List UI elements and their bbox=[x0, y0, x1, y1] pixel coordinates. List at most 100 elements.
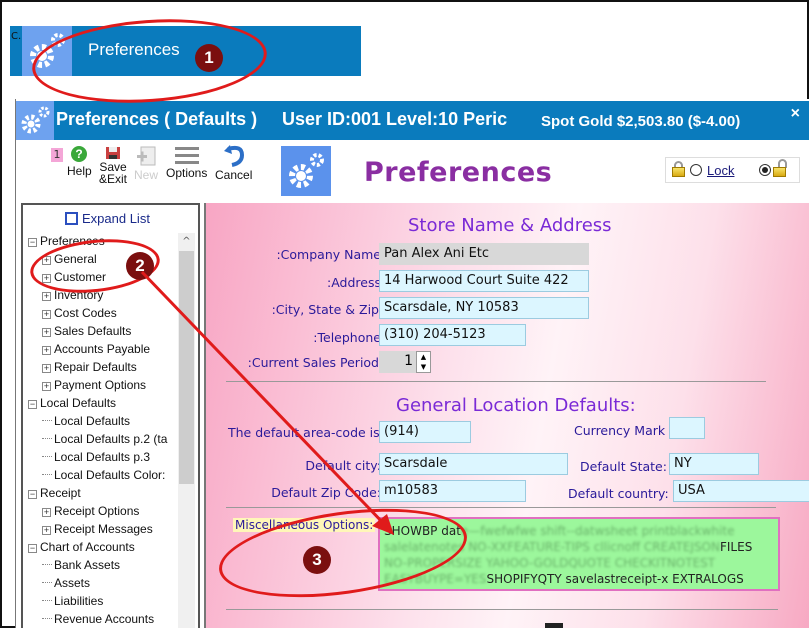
tree-node[interactable]: − Chart of Accounts bbox=[28, 538, 135, 556]
tree-node-label: Local Defaults Color: bbox=[54, 468, 166, 482]
scroll-up-arrow-icon[interactable]: ^ bbox=[178, 233, 195, 250]
default-country-field[interactable]: USA bbox=[673, 480, 809, 502]
expand-plus-icon[interactable]: + bbox=[42, 310, 51, 319]
tree-connector bbox=[42, 438, 52, 439]
new-label: New bbox=[134, 168, 159, 182]
expand-plus-icon[interactable]: + bbox=[42, 526, 51, 535]
options-label: Options bbox=[166, 166, 208, 180]
tree-node[interactable]: Revenue Accounts bbox=[42, 610, 154, 628]
annotation-badge-2: 2 bbox=[126, 252, 154, 280]
tree-node[interactable]: Bank Assets bbox=[42, 556, 120, 574]
tree-node-label: Receipt Options bbox=[54, 504, 140, 518]
default-state-field[interactable]: NY bbox=[669, 453, 759, 475]
sales-period-label: :Current Sales Period bbox=[247, 355, 379, 370]
default-city-label: Default city: bbox=[305, 458, 381, 473]
divider bbox=[226, 609, 778, 610]
misc-text-mid: FILES bbox=[719, 540, 753, 554]
stepper-buttons[interactable]: ▲ ▼ bbox=[416, 351, 431, 373]
tree-node[interactable]: Local Defaults p.2 (ta bbox=[42, 430, 167, 448]
expand-plus-icon[interactable]: + bbox=[42, 364, 51, 373]
tree-node[interactable]: Local Defaults p.3 bbox=[42, 448, 150, 466]
partial-control bbox=[545, 623, 563, 628]
cancel-label: Cancel bbox=[215, 168, 253, 182]
annotation-badge-3: 3 bbox=[303, 546, 331, 574]
locked-padlock-icon bbox=[672, 161, 685, 177]
collapse-minus-icon[interactable]: − bbox=[28, 490, 37, 499]
new-button[interactable]: New bbox=[134, 145, 158, 181]
new-document-icon bbox=[137, 146, 156, 166]
tree-node[interactable]: + Receipt Messages bbox=[42, 520, 153, 538]
unlock-radio[interactable] bbox=[759, 164, 771, 176]
tree-node[interactable]: Assets bbox=[42, 574, 90, 592]
tree-node-label: Revenue Accounts bbox=[54, 612, 155, 626]
undo-arrow-icon bbox=[223, 145, 244, 167]
telephone-label: :Telephone bbox=[313, 330, 381, 345]
collapse-minus-icon[interactable]: − bbox=[28, 238, 37, 247]
tree-scrollbar[interactable]: ^ bbox=[178, 233, 195, 628]
city-state-zip-field[interactable]: Scarsdale, NY 10583 bbox=[379, 297, 589, 319]
tree-node-label: Sales Defaults bbox=[54, 324, 132, 338]
tree-connector bbox=[42, 420, 52, 421]
address-label: :Address bbox=[327, 275, 381, 290]
svg-text:?: ? bbox=[76, 147, 83, 161]
expand-plus-icon[interactable]: + bbox=[42, 328, 51, 337]
area-code-field[interactable]: (914) bbox=[379, 421, 471, 443]
tree-node[interactable]: + Payment Options bbox=[42, 376, 146, 394]
expand-plus-icon[interactable]: + bbox=[42, 346, 51, 355]
expand-plus-icon[interactable]: + bbox=[42, 382, 51, 391]
tree-node-label: Receipt bbox=[40, 486, 81, 500]
tree-node[interactable]: + Accounts Payable bbox=[42, 340, 150, 358]
default-country-label: Default country: bbox=[568, 486, 669, 501]
telephone-field[interactable]: (310) 204-5123 bbox=[379, 324, 526, 346]
checkbox-icon bbox=[65, 212, 78, 225]
scrollbar-thumb[interactable] bbox=[179, 251, 194, 484]
lock-label: Lock bbox=[707, 163, 735, 178]
hamburger-menu-icon bbox=[174, 147, 199, 164]
misc-text-end: SHOPIFYQTY savelastreceipt-x EXTRALOGS bbox=[486, 572, 744, 586]
tree-node[interactable]: + Cost Codes bbox=[42, 304, 117, 322]
lock-radio[interactable] bbox=[690, 164, 702, 176]
location-section-title: General Location Defaults: bbox=[396, 395, 636, 416]
tree-node[interactable]: Local Defaults Color: bbox=[42, 466, 165, 484]
page-title: Preferences bbox=[364, 157, 553, 188]
store-section-title: Store Name & Address bbox=[408, 215, 612, 236]
currency-mark-label: Currency Mark bbox=[574, 423, 666, 438]
tree-node[interactable]: − Receipt bbox=[28, 484, 81, 502]
default-zip-field[interactable]: m10583 bbox=[379, 480, 526, 502]
tree-connector bbox=[42, 582, 52, 583]
collapse-minus-icon[interactable]: − bbox=[28, 544, 37, 553]
tree-node-label: Repair Defaults bbox=[54, 360, 137, 374]
lock-toggle-group: Lock bbox=[665, 157, 800, 183]
divider bbox=[226, 507, 776, 508]
divider bbox=[226, 381, 766, 382]
collapse-minus-icon[interactable]: − bbox=[28, 400, 37, 409]
options-button[interactable]: Options bbox=[166, 145, 207, 179]
address-field[interactable]: 14 Harwood Court Suite 422 bbox=[379, 270, 589, 292]
tree-node[interactable]: + Repair Defaults bbox=[42, 358, 137, 376]
tree-connector bbox=[42, 456, 52, 457]
tree-node[interactable]: Local Defaults bbox=[42, 412, 130, 430]
tree-node[interactable]: Liabilities bbox=[42, 592, 103, 610]
tree-node-label: Liabilities bbox=[54, 594, 104, 608]
tree-node[interactable]: + Receipt Options bbox=[42, 502, 139, 520]
company-name-field[interactable]: Pan Alex Ani Etc bbox=[379, 243, 589, 265]
save-exit-button[interactable]: Save &Exit bbox=[99, 147, 127, 185]
spot-gold-price: Spot Gold $2,503.80 ($-4.00) bbox=[541, 113, 741, 130]
tree-node-label: Cost Codes bbox=[54, 306, 117, 320]
help-button[interactable]: ? Help bbox=[67, 145, 92, 177]
gear-icon bbox=[16, 101, 54, 140]
currency-mark-field[interactable] bbox=[669, 417, 705, 439]
tree-node[interactable]: + Sales Defaults bbox=[42, 322, 131, 340]
expand-plus-icon[interactable]: + bbox=[42, 508, 51, 517]
expand-list-checkbox[interactable]: Expand List bbox=[65, 211, 150, 226]
close-button[interactable]: × bbox=[791, 105, 800, 123]
sales-period-stepper[interactable]: 1 ▲ ▼ bbox=[379, 351, 431, 373]
tree-node-label: Chart of Accounts bbox=[40, 540, 135, 554]
area-code-label: The default area-code is: bbox=[228, 425, 384, 440]
tree-node[interactable]: − Local Defaults bbox=[28, 394, 116, 412]
expand-plus-icon[interactable]: + bbox=[42, 292, 51, 301]
default-city-field[interactable]: Scarsdale bbox=[379, 453, 568, 475]
tree-node-label: Receipt Messages bbox=[54, 522, 153, 536]
unlocked-padlock-icon bbox=[773, 159, 787, 177]
cancel-button[interactable]: Cancel bbox=[215, 145, 252, 181]
